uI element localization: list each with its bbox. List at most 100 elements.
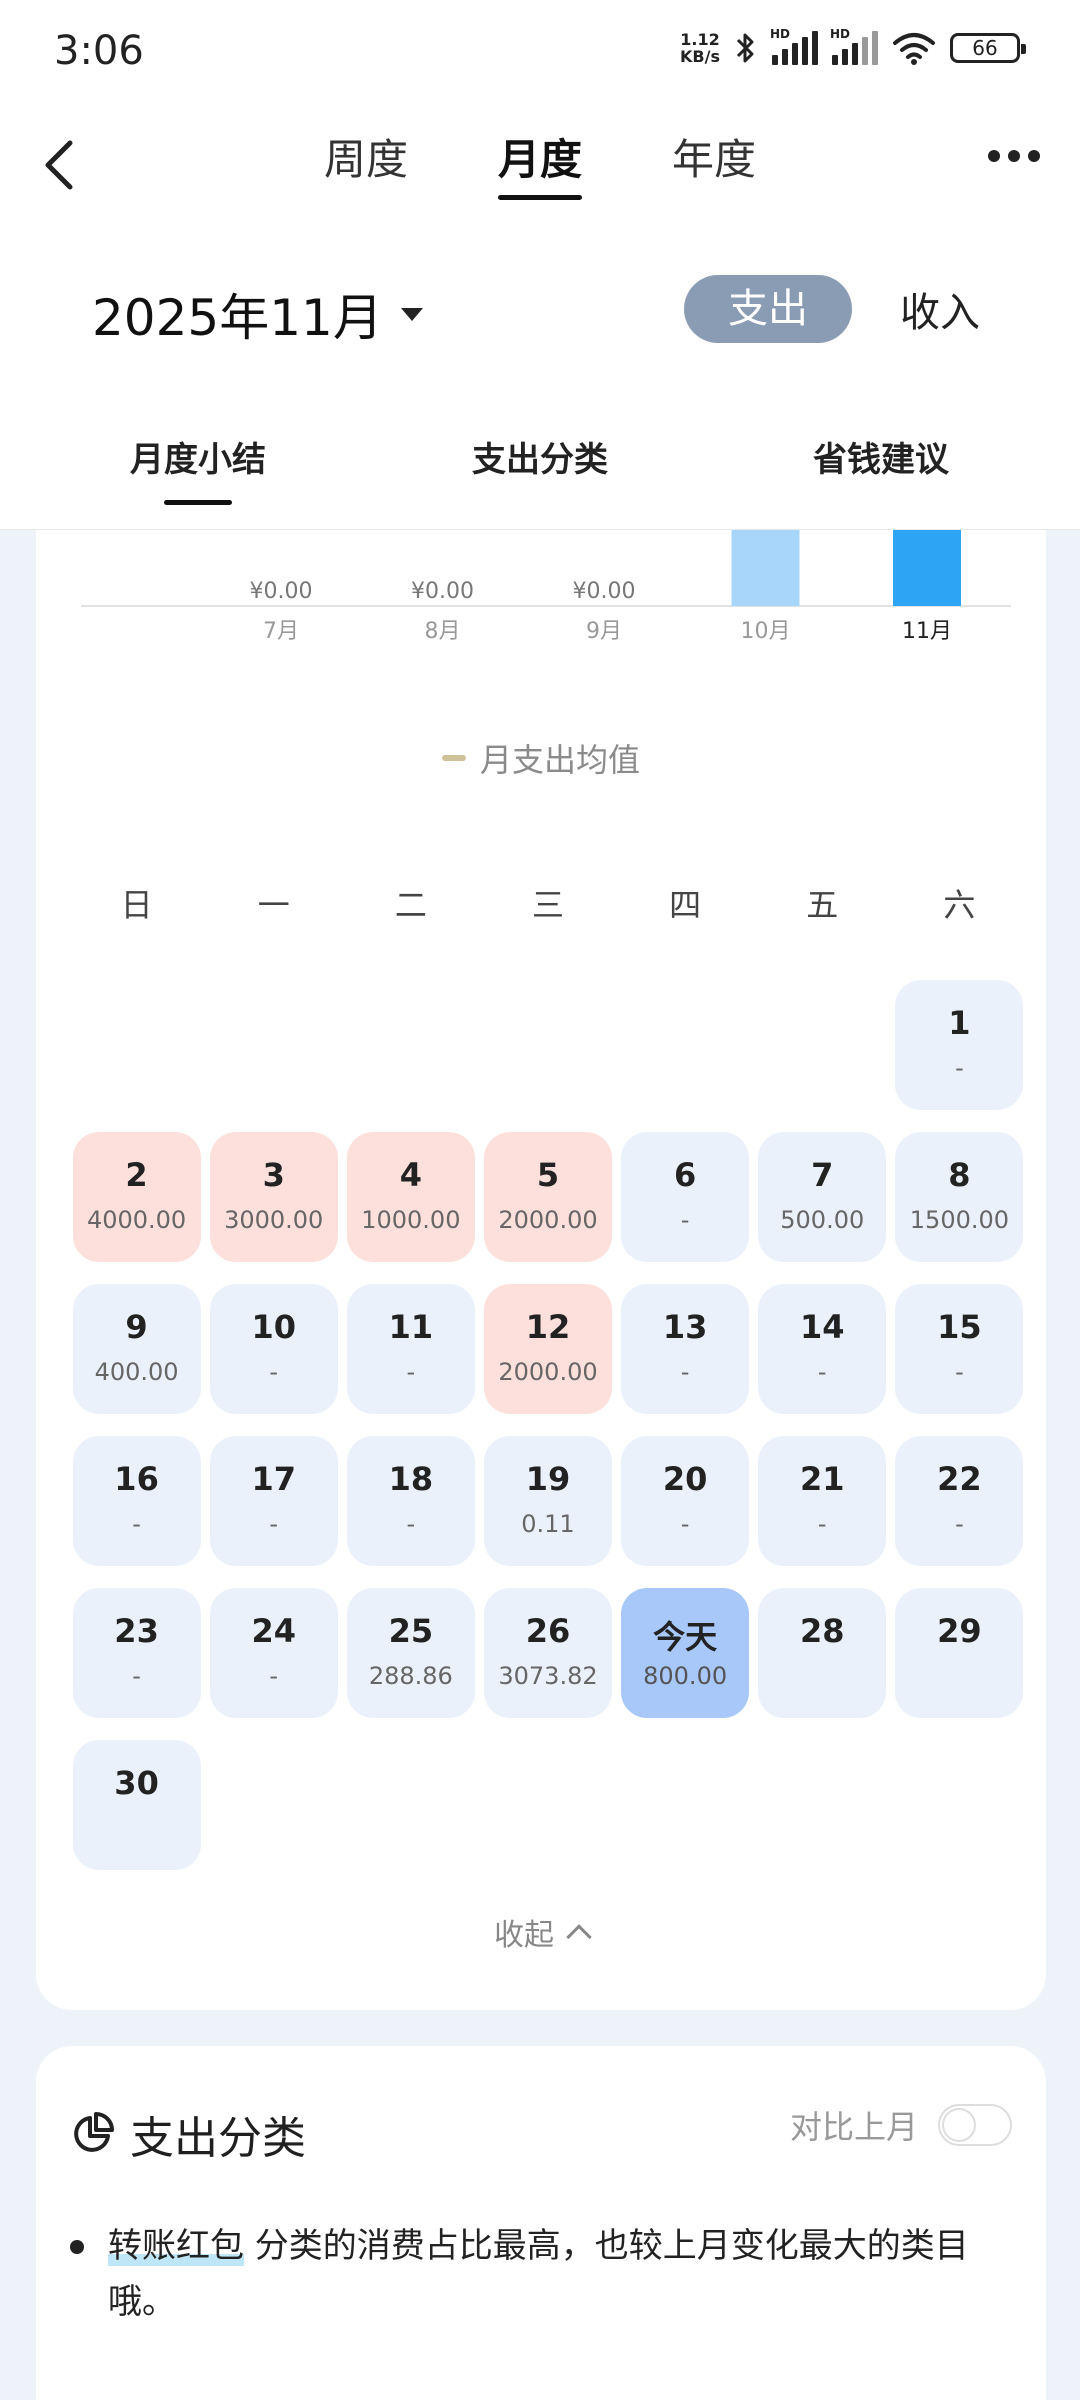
- calendar-week-row: 16-17-18-19 0.11 20-21-22-: [68, 1436, 1028, 1588]
- day-amount: 3073.82: [498, 1662, 598, 1690]
- calendar-day[interactable]: 1-: [895, 980, 1024, 1110]
- day-amount: 400.00: [94, 1358, 179, 1386]
- chevron-up-icon: [566, 1924, 592, 1950]
- signal-bar: [862, 37, 868, 65]
- tab-monthly[interactable]: 月度: [497, 130, 583, 200]
- day-number: 30: [114, 1764, 159, 1802]
- day-number: 5: [536, 1156, 560, 1194]
- calendar-cell: 20 -: [617, 1436, 754, 1588]
- tab-saving-tips[interactable]: 省钱建议: [813, 432, 949, 481]
- calendar-cell: 4 1000.00: [342, 1132, 479, 1284]
- calendar-day[interactable]: 17 -: [209, 1436, 338, 1566]
- status-time: 3:06: [54, 28, 144, 74]
- month-picker[interactable]: 2025年11月: [92, 278, 423, 350]
- weekday-label: 四: [669, 886, 702, 924]
- hd-label: HD: [770, 27, 791, 41]
- calendar-day[interactable]: 25 288.86: [346, 1588, 475, 1718]
- day-amount: -: [269, 1510, 279, 1538]
- calendar-week-row: 23 - 24 - 25 288.86 26 3073.82 今天 800.00 28 29: [68, 1588, 1028, 1740]
- collapse-button[interactable]: 收起: [36, 1910, 1046, 1954]
- calendar-day[interactable]: 7 500.00: [758, 1132, 887, 1262]
- calendar-day[interactable]: 3 3000.00: [209, 1132, 338, 1262]
- calendar-day[interactable]: 19 0.11: [483, 1436, 612, 1566]
- day-amount: 1500.00: [909, 1206, 1010, 1234]
- calendar-day[interactable]: 18 -: [346, 1436, 475, 1566]
- pie-chart-icon: [74, 2112, 114, 2152]
- tab-weekly[interactable]: 周度: [324, 130, 408, 200]
- day-amount: 3000.00: [224, 1206, 324, 1234]
- day-number: 22: [937, 1460, 982, 1498]
- insight-highlight[interactable]: 转账红包: [108, 2226, 244, 2266]
- calendar-day[interactable]: 11 -: [346, 1284, 475, 1414]
- expense-income-toggle: 支出 收入: [684, 275, 980, 343]
- tab-monthly-summary[interactable]: 月度小结: [130, 432, 266, 505]
- calendar-day[interactable]: 21 -: [758, 1436, 887, 1566]
- day-amount: 288.86: [368, 1662, 453, 1690]
- day-amount: -: [406, 1358, 416, 1386]
- compare-last-month: 对比上月: [790, 2102, 1012, 2148]
- calendar-cell: 22 -: [891, 1436, 1028, 1588]
- month-title: 2025年11月: [92, 289, 383, 347]
- calendar-day[interactable]: 23 -: [72, 1588, 201, 1718]
- income-button[interactable]: 收入: [900, 280, 980, 338]
- month-selector-bar: 2025年11月 支出 收入: [0, 230, 1080, 390]
- hd-label: HD: [830, 27, 851, 41]
- calendar-day[interactable]: 9 400.00: [72, 1284, 201, 1414]
- weekday-label: 一: [257, 886, 290, 924]
- chart-legend: 月支出均值: [36, 735, 1046, 781]
- calendar-cell: 12 2000.00: [479, 1284, 616, 1436]
- calendar-day[interactable]: 12 2000.00: [483, 1284, 612, 1414]
- weekday-label: 三: [531, 886, 564, 924]
- calendar-day[interactable]: 4 1000.00: [346, 1132, 475, 1262]
- calendar-day[interactable]: 10 -: [209, 1284, 338, 1414]
- calendar-day[interactable]: 28: [758, 1588, 887, 1718]
- day-amount: 4000.00: [86, 1206, 187, 1234]
- tab-expense-category[interactable]: 支出分类: [472, 432, 608, 481]
- calendar-cell: [205, 980, 342, 1132]
- calendar-day[interactable]: 20 -: [621, 1436, 750, 1566]
- calendar-day[interactable]: 14 -: [758, 1284, 887, 1414]
- day-amount: -: [269, 1358, 279, 1386]
- calendar-day[interactable]: 15 -: [895, 1284, 1024, 1414]
- day-amount: 1000.00: [361, 1206, 461, 1234]
- calendar-day-today[interactable]: 今天 800.00: [621, 1588, 750, 1718]
- status-bar: 3:06 1.12 KB/s HD HD 66: [0, 0, 1080, 110]
- calendar-day[interactable]: 5 2000.00: [483, 1132, 612, 1262]
- calendar-day[interactable]: 26 3073.82: [483, 1588, 612, 1718]
- day-number: 15: [937, 1308, 982, 1346]
- calendar-day[interactable]: 30: [72, 1740, 201, 1870]
- calendar-cell: 13 -: [617, 1284, 754, 1436]
- calendar-day[interactable]: 6-: [621, 1132, 750, 1262]
- day-number: 25: [388, 1612, 434, 1650]
- calendar-day[interactable]: 13 -: [621, 1284, 750, 1414]
- more-options-icon[interactable]: [988, 150, 1040, 162]
- more-dot: [1008, 150, 1020, 162]
- calendar-day[interactable]: 8 1500.00: [895, 1132, 1024, 1262]
- monthly-bar-chart: ¥0.00 7月 ¥0.00 8月 ¥0.00 9月 10月 11月: [81, 530, 1011, 644]
- calendar-cell: 21 -: [754, 1436, 891, 1588]
- day-number: 16: [114, 1460, 159, 1498]
- compare-toggle[interactable]: [938, 2104, 1012, 2146]
- calendar-day[interactable]: 16 -: [72, 1436, 201, 1566]
- calendar-day[interactable]: 22 -: [895, 1436, 1024, 1566]
- expense-button[interactable]: 支出: [684, 275, 852, 343]
- day-amount: 0.11: [521, 1510, 575, 1538]
- calendar-day[interactable]: 29: [895, 1588, 1024, 1718]
- day-number: 11: [388, 1308, 434, 1346]
- day-number: 21: [800, 1460, 845, 1498]
- day-amount: -: [132, 1662, 141, 1690]
- signal-icon: HD: [770, 27, 818, 65]
- day-number: 29: [937, 1612, 982, 1650]
- signal-bar: [872, 31, 878, 65]
- day-amount: -: [132, 1510, 141, 1538]
- category-card-title: 支出分类: [130, 2113, 306, 2164]
- top-navigation: 周度 月度 年度: [0, 110, 1080, 230]
- calendar-day[interactable]: 2 4000.00: [72, 1132, 201, 1262]
- calendar-cell: 24 -: [205, 1588, 342, 1740]
- calendar-cell: [68, 980, 205, 1132]
- tab-yearly[interactable]: 年度: [672, 130, 756, 200]
- calendar-cell: 2 4000.00: [68, 1132, 205, 1284]
- calendar-day[interactable]: 24 -: [209, 1588, 338, 1718]
- calendar-cell: 7 500.00: [754, 1132, 891, 1284]
- calendar-cell: 14 -: [754, 1284, 891, 1436]
